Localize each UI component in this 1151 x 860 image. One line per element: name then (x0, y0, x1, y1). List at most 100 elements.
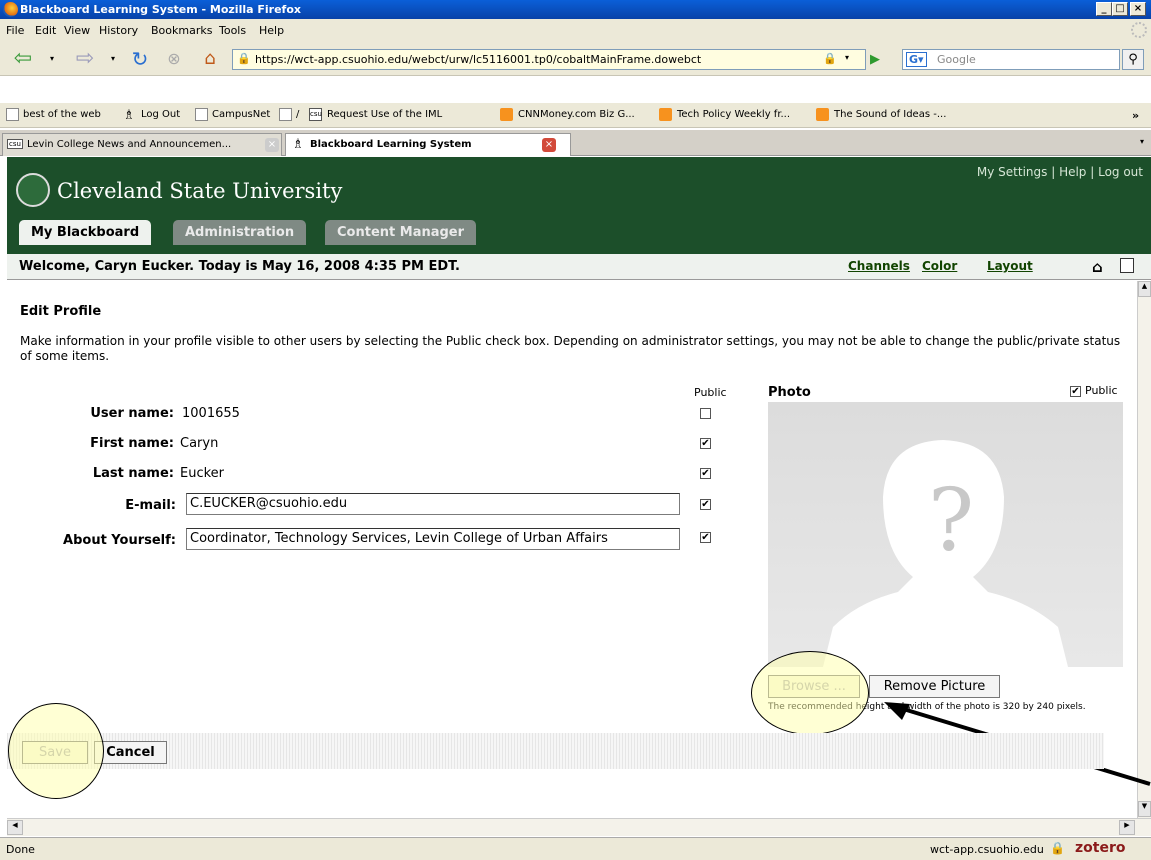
menu-edit[interactable]: Edit (35, 24, 56, 37)
page-icon (6, 108, 19, 121)
channels-link[interactable]: Channels (848, 259, 910, 273)
forward-icon[interactable]: ⇨ (68, 47, 102, 71)
url-dropdown-icon[interactable]: ▾ (845, 53, 849, 62)
blackboard-icon: ♗ (123, 108, 135, 123)
google-engine-icon[interactable]: G▾ (906, 52, 927, 67)
photo-public-label: Public (1085, 384, 1118, 397)
photo-public-checkbox[interactable]: ✔ (1070, 386, 1081, 397)
tab-blackboard[interactable]: ♗ Blackboard Learning System × (285, 133, 571, 156)
search-icon[interactable]: ⚲ (1122, 49, 1144, 70)
url-bar[interactable]: 🔒 https://wct-app.csuohio.edu/webct/urw/… (232, 49, 866, 70)
user-name-label: User name: (90, 406, 174, 421)
status-text: Done (6, 843, 35, 856)
back-dropdown-icon[interactable]: ▾ (47, 47, 57, 71)
log-out-link[interactable]: Log out (1098, 165, 1143, 179)
menu-bar: File Edit View History Bookmarks Tools H… (0, 19, 1151, 42)
csu-icon: csu (7, 139, 23, 149)
menu-bookmarks[interactable]: Bookmarks (151, 24, 212, 37)
tab-my-blackboard[interactable]: My Blackboard (19, 220, 152, 245)
bookmark-request-iml[interactable]: Request Use of the IML (327, 109, 442, 120)
tab-close-icon[interactable]: × (265, 138, 279, 152)
bookmark-campusnet[interactable]: CampusNet (212, 109, 270, 120)
remove-picture-button[interactable]: Remove Picture (869, 675, 1000, 698)
menu-view[interactable]: View (64, 24, 90, 37)
last-name-public-checkbox[interactable]: ✔ (700, 468, 711, 479)
stop-icon[interactable]: ⊗ (163, 47, 185, 71)
menu-history[interactable]: History (99, 24, 138, 37)
forward-dropdown-icon[interactable]: ▾ (108, 47, 118, 71)
cancel-button[interactable]: Cancel (94, 741, 167, 764)
bookmark-slash[interactable]: / (296, 109, 299, 120)
tab-close-icon[interactable]: × (542, 138, 556, 152)
search-placeholder: Google (937, 53, 976, 66)
site-identity-icon[interactable]: 🔒 (237, 52, 251, 65)
profile-photo-placeholder: ? (768, 402, 1123, 667)
status-host: wct-app.csuohio.edu (930, 843, 1044, 856)
throbber-icon (1131, 22, 1147, 38)
first-name-public-checkbox[interactable]: ✔ (700, 438, 711, 449)
rss-feed-icon (816, 108, 829, 121)
scroll-left-icon[interactable]: ◀ (7, 820, 23, 835)
header-links: My Settings | Help | Log out (976, 165, 1143, 179)
chevron-more-icon[interactable]: » (1132, 109, 1139, 122)
scroll-right-icon[interactable]: ▶ (1119, 820, 1135, 835)
csu-icon: csu (309, 108, 322, 121)
maximize-icon[interactable]: □ (1112, 2, 1128, 16)
bookmark-best-of-web[interactable]: best of the web (23, 109, 101, 120)
photo-label: Photo (768, 385, 811, 400)
email-label: E-mail: (125, 498, 176, 513)
color-link[interactable]: Color (922, 259, 957, 273)
email-public-checkbox[interactable]: ✔ (700, 499, 711, 510)
layout-link[interactable]: Layout (987, 259, 1033, 273)
user-name-value: 1001655 (182, 406, 240, 421)
bookmark-tech-policy[interactable]: Tech Policy Weekly fr... (677, 109, 790, 120)
svg-text:?: ? (928, 471, 974, 571)
about-yourself-field[interactable]: Coordinator, Technology Services, Levin … (186, 528, 680, 550)
reload-icon[interactable]: ↻ (128, 47, 152, 71)
blackboard-icon: ♗ (292, 137, 304, 152)
close-icon[interactable]: × (1130, 2, 1146, 16)
go-icon[interactable]: ▶ (870, 52, 880, 67)
tab-label: Levin College News and Announcemen... (27, 139, 232, 150)
minimize-icon[interactable]: _ (1096, 2, 1112, 16)
first-name-value: Caryn (180, 436, 219, 451)
my-settings-link[interactable]: My Settings (977, 165, 1048, 179)
window-title: Blackboard Learning System - Mozilla Fir… (20, 3, 301, 16)
menu-help[interactable]: Help (259, 24, 284, 37)
window-title-bar: Blackboard Learning System - Mozilla Fir… (0, 0, 1151, 19)
url-text: https://wct-app.csuohio.edu/webct/urw/lc… (255, 53, 702, 66)
tab-levin-news[interactable]: csu Levin College News and Announcemen..… (2, 133, 282, 156)
home-channel-icon[interactable]: ⌂ (1092, 258, 1103, 276)
menu-tools[interactable]: Tools (219, 24, 246, 37)
status-bar: Done wct-app.csuohio.edu 🔒 zotero (0, 837, 1151, 860)
highlight-circle-save (8, 703, 104, 799)
page-title: Edit Profile (20, 304, 102, 319)
home-icon[interactable]: ⌂ (198, 47, 222, 71)
tab-list-icon[interactable]: ▾ (1140, 137, 1144, 146)
calendar-icon[interactable] (1120, 258, 1134, 273)
horizontal-scrollbar[interactable]: ◀ ▶ (7, 818, 1151, 836)
rss-feed-icon (659, 108, 672, 121)
about-yourself-label: About Yourself: (63, 533, 176, 548)
help-link[interactable]: Help (1059, 165, 1086, 179)
bookmark-log-out[interactable]: Log Out (141, 109, 180, 120)
search-box[interactable]: G▾ Google (902, 49, 1120, 70)
tab-label: Blackboard Learning System (310, 139, 472, 150)
form-button-bar (7, 733, 1104, 769)
bookmark-cnnmoney[interactable]: CNNMoney.com Biz G... (518, 109, 635, 120)
about-yourself-public-checkbox[interactable]: ✔ (700, 532, 711, 543)
scroll-up-icon[interactable]: ▲ (1138, 281, 1151, 297)
tab-administration[interactable]: Administration (173, 220, 307, 245)
navigation-toolbar: ⇦ ▾ ⇨ ▾ ↻ ⊗ ⌂ 🔒 https://wct-app.csuohio.… (0, 42, 1151, 76)
zotero-icon[interactable]: zotero (1075, 840, 1125, 856)
last-name-value: Eucker (180, 466, 225, 481)
first-name-label: First name: (90, 436, 174, 451)
welcome-text: Welcome, Caryn Eucker. Today is May 16, … (19, 259, 460, 274)
user-name-public-checkbox[interactable] (700, 408, 711, 419)
email-field[interactable]: C.EUCKER@csuohio.edu (186, 493, 680, 515)
bookmark-sound-of-ideas[interactable]: The Sound of Ideas -... (834, 109, 946, 120)
tab-content-manager[interactable]: Content Manager (325, 220, 477, 245)
menu-file[interactable]: File (6, 24, 24, 37)
page-icon (195, 108, 208, 121)
back-icon[interactable]: ⇦ (6, 47, 40, 71)
